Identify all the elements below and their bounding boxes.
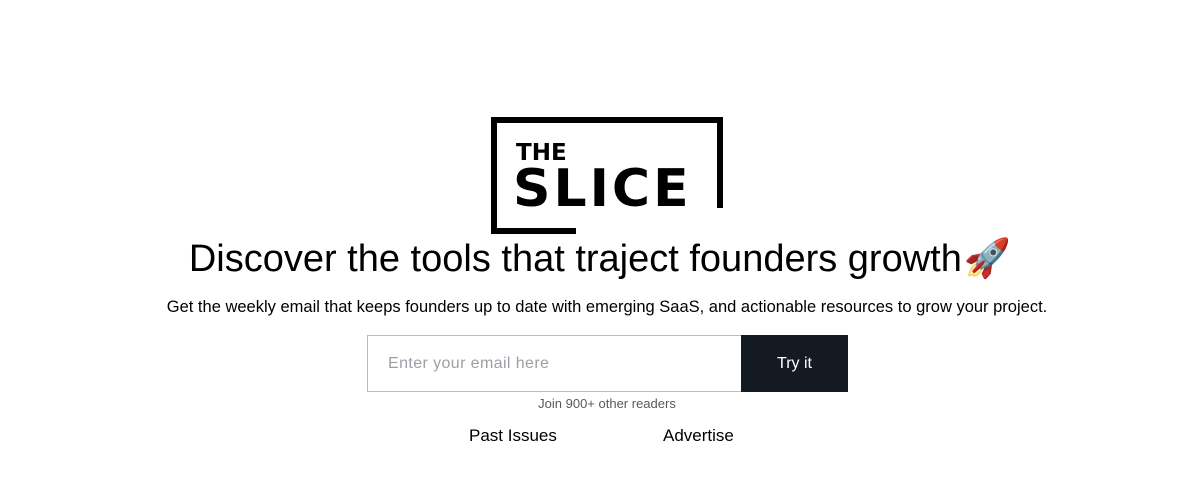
page-headline: Discover the tools that traject founders… [0, 236, 1200, 282]
email-input[interactable] [367, 335, 741, 392]
page-subheadline: Get the weekly email that keeps founders… [166, 298, 1048, 316]
logo-mark: THE SLICE [491, 117, 723, 234]
the-slice-logo: THE SLICE [491, 117, 723, 234]
readers-count-note: Join 900+ other readers [538, 396, 676, 411]
try-it-button[interactable]: Try it [741, 335, 848, 392]
headline-text: Discover the tools that traject founders… [188, 238, 962, 280]
logo-text-slice: SLICE [513, 159, 692, 219]
rocket-icon: 🚀 [963, 238, 1012, 280]
signup-form: Try it [367, 335, 848, 392]
past-issues-link[interactable]: Past Issues [469, 426, 557, 446]
landing-page: THE SLICE Discover the tools that trajec… [0, 0, 1200, 480]
advertise-link[interactable]: Advertise [663, 426, 734, 446]
